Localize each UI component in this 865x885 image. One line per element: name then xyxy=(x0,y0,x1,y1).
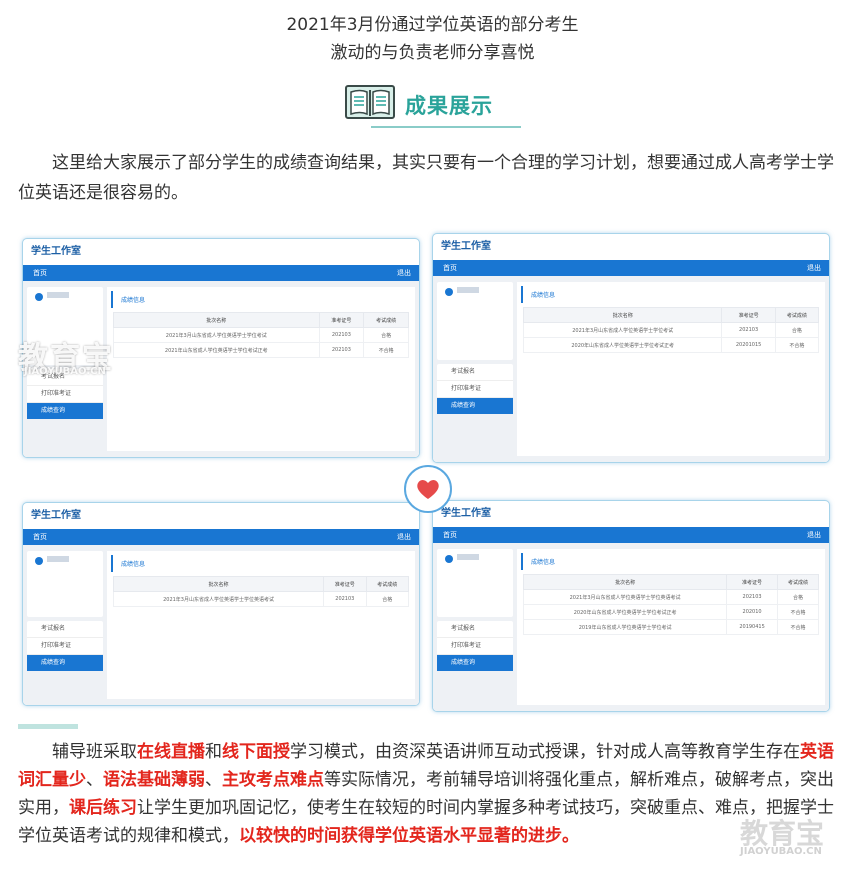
score-table: 批次名称 准考证号 考试成绩 2021年3月山东省成人学位英语学士学位考试 20210… xyxy=(113,312,409,358)
nav-home: 首页 xyxy=(443,531,457,539)
app-body: 考试报名 打印准考证 成绩查询 成绩信息 批次名称 准考证号 考试成绩 2021年3… xyxy=(433,543,829,711)
menu-item: 考试报名 xyxy=(27,621,103,638)
watermark-url: JIAOYUBAO.CN xyxy=(24,366,106,377)
main-panel: 成绩信息 批次名称 准考证号 考试成绩 2021年3月山东省成人学位英语学士学位考试… xyxy=(107,287,415,451)
result-screenshot-2: 学生工作室 首页 退出 考试报名 打印准考证 成绩查询 成绩信息 批次名称 准考证号… xyxy=(432,233,830,463)
panel-title: 成绩信息 xyxy=(111,291,415,308)
menu-item: 打印准考证 xyxy=(437,638,513,655)
heart-badge xyxy=(404,465,452,513)
section-title: 成果展示 xyxy=(405,94,493,118)
main-panel: 成绩信息 批次名称 准考证号 考试成绩 2021年3月山东省成人学位英语学士学位考试… xyxy=(517,282,825,456)
book-icon xyxy=(345,85,395,119)
avatar xyxy=(445,288,453,296)
table-row: 2021年山东省成人学位英语学士学位考试正考 202103 不合格 xyxy=(113,342,409,358)
highlight: 课后练习 xyxy=(69,798,137,818)
nav-exit: 退出 xyxy=(807,264,821,272)
nav-bar: 首页 退出 xyxy=(433,260,829,276)
table-row: 2019年山东省成人学位英语学士学位考试 20190415 不合格 xyxy=(522,619,820,635)
menu-item-active: 成绩查询 xyxy=(437,655,513,671)
score-table: 批次名称 准考证号 考试成绩 2021年3月山东省成人学位英语学士学位英语考试 202… xyxy=(522,574,820,635)
nav-bar: 首页 退出 xyxy=(23,529,419,545)
avatar xyxy=(35,557,43,565)
student-name xyxy=(47,556,69,562)
app-title: 学生工作室 xyxy=(441,508,491,519)
highlight: 在线直播 xyxy=(137,742,205,762)
table-row: 2020年山东省成人学位英语学士学位考试正考 20201015 不合格 xyxy=(522,337,820,353)
nav-exit: 退出 xyxy=(807,531,821,539)
menu-item: 打印准考证 xyxy=(27,638,103,655)
main-panel: 成绩信息 批次名称 准考证号 考试成绩 2021年3月山东省成人学位英语学士学位英语… xyxy=(517,549,825,705)
menu-item: 考试报名 xyxy=(437,364,513,381)
nav-home: 首页 xyxy=(33,269,47,277)
highlight: 线下面授 xyxy=(222,742,290,762)
page-title-line-2: 激动的与负责老师分享喜悦 xyxy=(330,43,535,63)
avatar xyxy=(35,293,43,301)
table-row: 2021年3月山东省成人学位英语学士学位英语考试 202103 合格 xyxy=(112,591,410,607)
menu-item: 打印准考证 xyxy=(27,386,103,403)
nav-home: 首页 xyxy=(443,264,457,272)
nav-bar: 首页 退出 xyxy=(433,527,829,543)
section-underline xyxy=(371,126,521,128)
watermark-url: JIAOYUBAO.CN xyxy=(740,846,822,857)
menu-item-active: 成绩查询 xyxy=(437,398,513,414)
nav-home: 首页 xyxy=(33,533,47,541)
menu-item-active: 成绩查询 xyxy=(27,403,103,419)
intro-paragraph: 这里给大家展示了部分学生的成绩查询结果，其实只要有一个合理的学习计划，想要通过成… xyxy=(18,153,834,203)
student-name xyxy=(47,292,69,298)
result-screenshot-3: 学生工作室 首页 退出 考试报名 打印准考证 成绩查询 成绩信息 批次名称 准考证号… xyxy=(22,502,420,706)
score-table: 批次名称 准考证号 考试成绩 2021年3月山东省成人学位英语学士学位英语考试 202… xyxy=(112,576,410,607)
profile-card xyxy=(437,282,513,360)
app-title: 学生工作室 xyxy=(441,241,491,252)
menu-item: 考试报名 xyxy=(437,621,513,638)
app-body: 考试报名 打印准考证 成绩查询 成绩信息 批次名称 准考证号 考试成绩 2021年3… xyxy=(23,545,419,705)
main-panel: 成绩信息 批次名称 准考证号 考试成绩 2021年3月山东省成人学位英语学士学位英语… xyxy=(107,551,415,699)
student-name xyxy=(457,287,479,293)
side-menu: 考试报名 打印准考证 成绩查询 xyxy=(27,621,103,671)
highlight: 主攻考点难点 xyxy=(222,770,324,790)
profile-card xyxy=(437,549,513,617)
app-title: 学生工作室 xyxy=(31,246,81,257)
result-screenshot-4: 学生工作室 首页 退出 考试报名 打印准考证 成绩查询 成绩信息 批次名称 准考证号… xyxy=(432,500,830,712)
nav-exit: 退出 xyxy=(397,533,411,541)
highlight: 语法基础薄弱 xyxy=(103,770,205,790)
table-row: 2021年3月山东省成人学位英语学士学位考试 202103 合格 xyxy=(522,322,820,338)
sidebar: 考试报名 打印准考证 成绩查询 xyxy=(437,549,513,671)
student-name xyxy=(457,554,479,560)
avatar xyxy=(445,555,453,563)
panel-title: 成绩信息 xyxy=(521,286,825,303)
nav-exit: 退出 xyxy=(397,269,411,277)
body-paragraph: 辅导班采取在线直播和线下面授学习模式，由资深英语讲师互动式授课，针对成人高等教育… xyxy=(18,742,834,846)
menu-item: 打印准考证 xyxy=(437,381,513,398)
table-row: 2020年山东省成人学位英语学士学位考试正考 202010 不合格 xyxy=(522,604,820,620)
app-title: 学生工作室 xyxy=(31,510,81,521)
table-row: 2021年3月山东省成人学位英语学士学位英语考试 202103 合格 xyxy=(522,589,820,605)
side-menu: 考试报名 打印准考证 成绩查询 xyxy=(437,621,513,671)
sidebar: 考试报名 打印准考证 成绩查询 xyxy=(437,282,513,414)
heart-icon xyxy=(417,480,439,499)
section-badge: 成果展示 xyxy=(343,82,521,128)
highlight: 以较快的时间获得学位英语水平显著的进步。 xyxy=(239,826,579,846)
table-row: 2021年3月山东省成人学位英语学士学位考试 202103 合格 xyxy=(113,327,409,343)
score-table: 批次名称 准考证号 考试成绩 2021年3月山东省成人学位英语学士学位考试 20210… xyxy=(522,307,820,353)
page-title-line-1: 2021年3月份通过学位英语的部分考生 xyxy=(286,15,579,35)
sidebar: 考试报名 打印准考证 成绩查询 xyxy=(27,551,103,671)
divider xyxy=(18,724,78,729)
panel-title: 成绩信息 xyxy=(521,553,825,570)
nav-bar: 首页 退出 xyxy=(23,265,419,281)
app-body: 考试报名 打印准考证 成绩查询 成绩信息 批次名称 准考证号 考试成绩 2021年3… xyxy=(433,276,829,462)
menu-item-active: 成绩查询 xyxy=(27,655,103,671)
side-menu: 考试报名 打印准考证 成绩查询 xyxy=(437,364,513,414)
panel-title: 成绩信息 xyxy=(111,555,415,572)
profile-card xyxy=(27,551,103,617)
